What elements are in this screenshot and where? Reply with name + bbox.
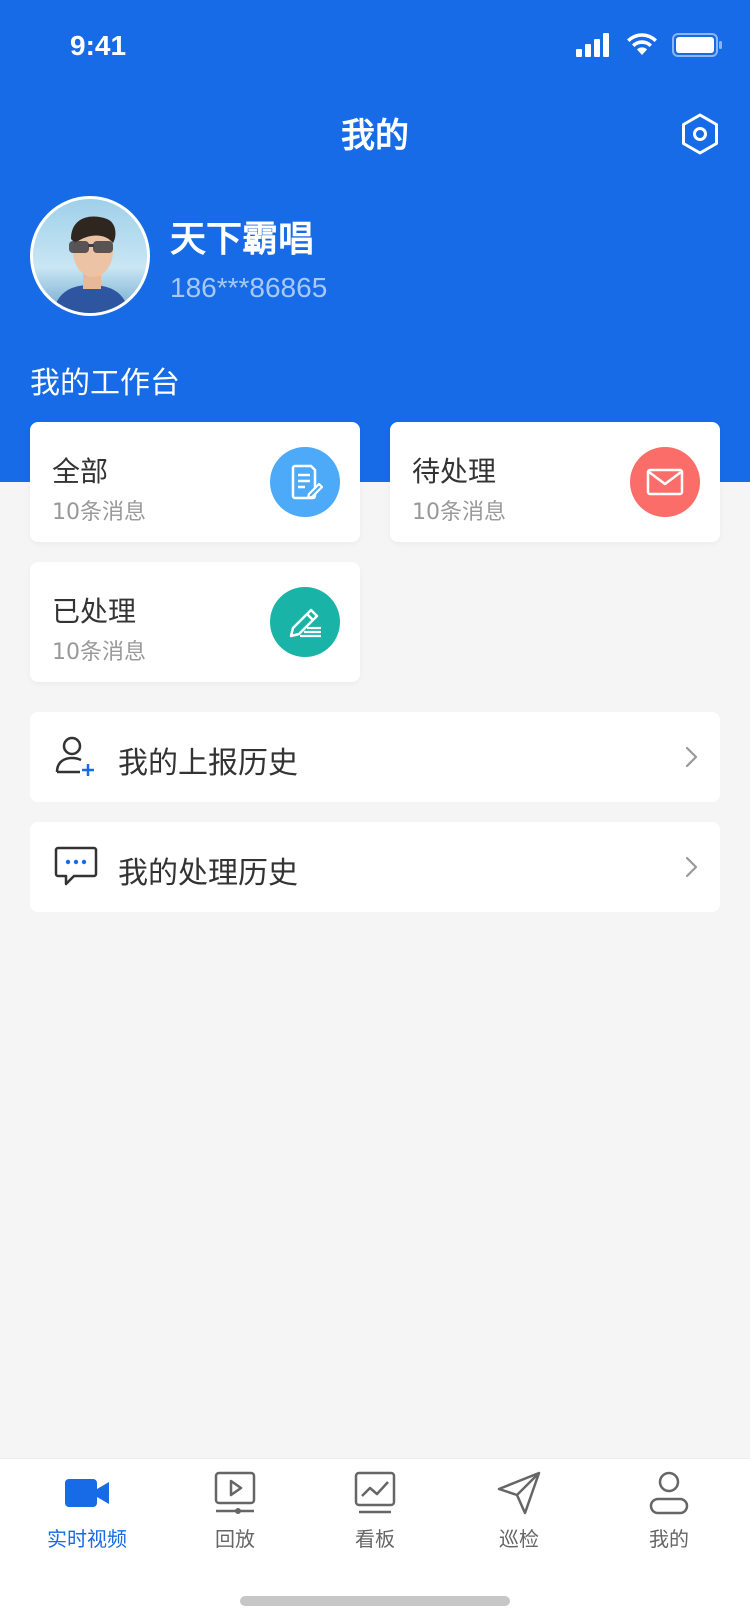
menu-label: 我的处理历史	[118, 856, 298, 891]
chevron-right-icon	[680, 854, 702, 880]
tab-label: 我的	[649, 1527, 689, 1551]
mail-icon	[630, 447, 700, 517]
menu-process-history[interactable]: 我的处理历史	[30, 822, 720, 912]
my-page: 9:41 我的 天下霸唱 186***86865 我的工作台 全部 10条消息 …	[0, 0, 750, 1624]
menu-label: 我的上报历史	[118, 746, 298, 781]
video-camera-icon	[65, 1479, 109, 1507]
page-title: 我的	[341, 116, 409, 156]
chevron-right-icon	[680, 744, 702, 770]
home-indicator	[240, 1596, 510, 1606]
status-icons	[576, 30, 722, 60]
pen-lines-icon	[270, 587, 340, 657]
avatar-portrait	[53, 216, 129, 313]
playback-icon	[214, 1471, 256, 1514]
workbench-title: 我的工作台	[30, 366, 180, 401]
settings-button[interactable]	[678, 112, 722, 156]
tab-inspection[interactable]: 巡检	[459, 1469, 579, 1559]
wifi-icon	[627, 33, 657, 55]
tab-mine[interactable]: 我的	[609, 1469, 729, 1559]
document-edit-icon	[270, 447, 340, 517]
card-pending[interactable]: 待处理 10条消息	[390, 422, 720, 542]
dashboard-icon	[354, 1471, 396, 1514]
user-phone: 186***86865	[170, 272, 328, 303]
user-icon	[649, 1471, 689, 1515]
battery-icon	[672, 33, 722, 57]
tab-label: 回放	[215, 1527, 255, 1551]
signal-icon	[576, 33, 609, 57]
card-title: 已处理	[52, 595, 137, 628]
tab-playback[interactable]: 回放	[175, 1469, 295, 1559]
menu-report-history[interactable]: 我的上报历史	[30, 712, 720, 802]
settings-hexagon-icon	[682, 113, 718, 155]
avatar[interactable]	[30, 196, 150, 316]
tab-dashboard[interactable]: 看板	[315, 1469, 435, 1559]
card-title: 待处理	[412, 455, 497, 488]
chat-bubble-icon	[52, 842, 100, 890]
user-add-icon	[52, 732, 100, 780]
tab-live-video[interactable]: 实时视频	[27, 1469, 147, 1559]
card-processed[interactable]: 已处理 10条消息	[30, 562, 360, 682]
tab-label: 巡检	[499, 1527, 539, 1551]
tab-label: 看板	[355, 1527, 395, 1551]
user-name: 天下霸唱	[170, 219, 315, 260]
card-subtitle: 10条消息	[412, 500, 506, 525]
card-subtitle: 10条消息	[52, 500, 146, 525]
status-time: 9:41	[70, 30, 127, 61]
card-subtitle: 10条消息	[52, 640, 146, 665]
send-icon	[497, 1471, 541, 1515]
card-title: 全部	[52, 455, 109, 488]
tab-label: 实时视频	[47, 1527, 127, 1551]
card-all[interactable]: 全部 10条消息	[30, 422, 360, 542]
